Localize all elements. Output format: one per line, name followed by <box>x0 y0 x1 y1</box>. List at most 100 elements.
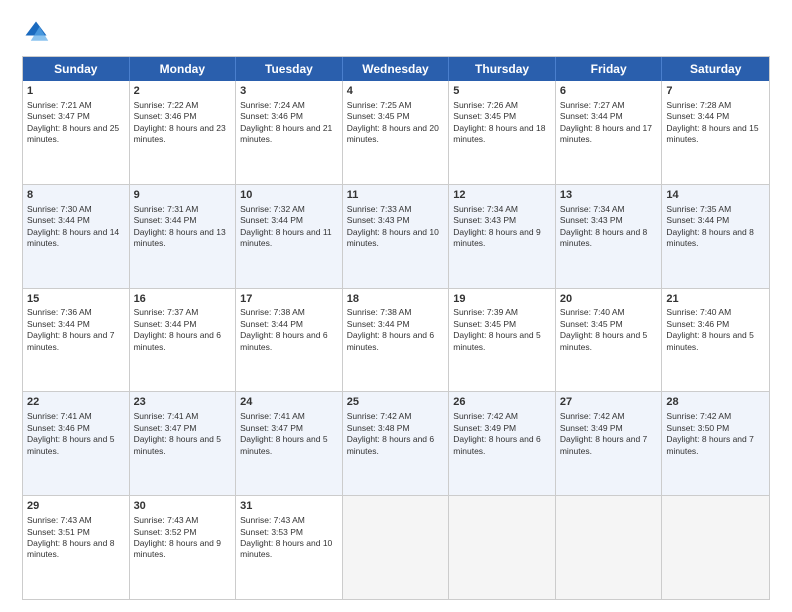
day-number: 20 <box>560 292 658 307</box>
daylight: Daylight: 8 hours and 5 minutes. <box>560 330 647 351</box>
day-number: 6 <box>560 84 658 99</box>
day-number: 11 <box>347 188 445 203</box>
daylight: Daylight: 8 hours and 10 minutes. <box>347 227 439 248</box>
day-number: 22 <box>27 395 125 410</box>
daylight: Daylight: 8 hours and 20 minutes. <box>347 123 439 144</box>
header-day-friday: Friday <box>556 57 663 81</box>
sunset: Sunset: 3:44 PM <box>240 215 303 225</box>
cal-cell: 23Sunrise: 7:41 AMSunset: 3:47 PMDayligh… <box>130 392 237 495</box>
day-number: 10 <box>240 188 338 203</box>
sunset: Sunset: 3:44 PM <box>27 319 90 329</box>
cal-cell: 24Sunrise: 7:41 AMSunset: 3:47 PMDayligh… <box>236 392 343 495</box>
day-number: 17 <box>240 292 338 307</box>
cal-cell: 6Sunrise: 7:27 AMSunset: 3:44 PMDaylight… <box>556 81 663 184</box>
daylight: Daylight: 8 hours and 21 minutes. <box>240 123 332 144</box>
daylight: Daylight: 8 hours and 9 minutes. <box>453 227 540 248</box>
cal-cell <box>662 496 769 599</box>
daylight: Daylight: 8 hours and 9 minutes. <box>134 538 221 559</box>
daylight: Daylight: 8 hours and 5 minutes. <box>666 330 753 351</box>
header-day-thursday: Thursday <box>449 57 556 81</box>
daylight: Daylight: 8 hours and 5 minutes. <box>453 330 540 351</box>
calendar: SundayMondayTuesdayWednesdayThursdayFrid… <box>22 56 770 600</box>
sunrise: Sunrise: 7:25 AM <box>347 100 412 110</box>
cal-cell: 13Sunrise: 7:34 AMSunset: 3:43 PMDayligh… <box>556 185 663 288</box>
cal-cell: 31Sunrise: 7:43 AM Sunset: 3:53 PMDayligh… <box>236 496 343 599</box>
daylight: Daylight: 8 hours and 14 minutes. <box>27 227 119 248</box>
sunrise: Sunrise: 7:43 AM <box>240 515 305 525</box>
day-number: 8 <box>27 188 125 203</box>
day-number: 31 <box>240 499 338 514</box>
sunset: Sunset: 3:44 PM <box>134 319 197 329</box>
cal-cell: 17Sunrise: 7:38 AMSunset: 3:44 PMDayligh… <box>236 289 343 392</box>
sunset: Sunset: 3:45 PM <box>453 319 516 329</box>
cal-cell <box>556 496 663 599</box>
daylight: Daylight: 8 hours and 17 minutes. <box>560 123 652 144</box>
cal-cell: 14Sunrise: 7:35 AMSunset: 3:44 PMDayligh… <box>662 185 769 288</box>
day-number: 19 <box>453 292 551 307</box>
daylight: Daylight: 8 hours and 11 minutes. <box>240 227 332 248</box>
week-row-4: 22Sunrise: 7:41 AMSunset: 3:46 PMDayligh… <box>23 392 769 496</box>
cal-cell: 9Sunrise: 7:31 AMSunset: 3:44 PMDaylight… <box>130 185 237 288</box>
cal-cell: 4Sunrise: 7:25 AMSunset: 3:45 PMDaylight… <box>343 81 450 184</box>
cal-cell: 16Sunrise: 7:37 AMSunset: 3:44 PMDayligh… <box>130 289 237 392</box>
sunset: Sunset: 3:45 PM <box>560 319 623 329</box>
sunset: Sunset: 3:44 PM <box>240 319 303 329</box>
cal-cell <box>449 496 556 599</box>
sunrise: Sunrise: 7:36 AM <box>27 307 92 317</box>
cal-cell <box>343 496 450 599</box>
sunrise: Sunrise: 7:35 AM <box>666 204 731 214</box>
cal-cell: 15Sunrise: 7:36 AMSunset: 3:44 PMDayligh… <box>23 289 130 392</box>
sunrise: Sunrise: 7:38 AM <box>347 307 412 317</box>
sunrise: Sunrise: 7:41 AM <box>134 411 199 421</box>
sunset: Sunset: 3:48 PM <box>347 423 410 433</box>
sunset: Sunset: 3:46 PM <box>134 111 197 121</box>
sunrise: Sunrise: 7:38 AM <box>240 307 305 317</box>
sunset: Sunset: 3:50 PM <box>666 423 729 433</box>
cal-cell: 28Sunrise: 7:42 AMSunset: 3:50 PMDayligh… <box>662 392 769 495</box>
sunrise: Sunrise: 7:26 AM <box>453 100 518 110</box>
cal-cell: 1Sunrise: 7:21 AMSunset: 3:47 PMDaylight… <box>23 81 130 184</box>
sunrise: Sunrise: 7:33 AM <box>347 204 412 214</box>
daylight: Daylight: 8 hours and 8 minutes. <box>27 538 114 559</box>
daylight: Daylight: 8 hours and 10 minutes. <box>240 538 332 559</box>
sunrise: Sunrise: 7:42 AM <box>453 411 518 421</box>
sunrise: Sunrise: 7:31 AM <box>134 204 199 214</box>
sunset: Sunset: 3:51 PM <box>27 527 90 537</box>
sunset: Sunset: 3:46 PM <box>240 111 303 121</box>
daylight: Daylight: 8 hours and 25 minutes. <box>27 123 119 144</box>
daylight: Daylight: 8 hours and 13 minutes. <box>134 227 226 248</box>
day-number: 18 <box>347 292 445 307</box>
sunrise: Sunrise: 7:30 AM <box>27 204 92 214</box>
sunrise: Sunrise: 7:42 AM <box>347 411 412 421</box>
day-number: 25 <box>347 395 445 410</box>
day-number: 16 <box>134 292 232 307</box>
sunrise: Sunrise: 7:42 AM <box>560 411 625 421</box>
cal-cell: 8Sunrise: 7:30 AMSunset: 3:44 PMDaylight… <box>23 185 130 288</box>
header-day-saturday: Saturday <box>662 57 769 81</box>
header-day-sunday: Sunday <box>23 57 130 81</box>
daylight: Daylight: 8 hours and 7 minutes. <box>560 434 647 455</box>
sunset: Sunset: 3:47 PM <box>134 423 197 433</box>
calendar-header: SundayMondayTuesdayWednesdayThursdayFrid… <box>23 57 769 81</box>
sunrise: Sunrise: 7:39 AM <box>453 307 518 317</box>
sunset: Sunset: 3:44 PM <box>134 215 197 225</box>
daylight: Daylight: 8 hours and 23 minutes. <box>134 123 226 144</box>
sunrise: Sunrise: 7:40 AM <box>560 307 625 317</box>
daylight: Daylight: 8 hours and 6 minutes. <box>347 330 434 351</box>
sunset: Sunset: 3:53 PM <box>240 527 303 537</box>
sunrise: Sunrise: 7:41 AM <box>240 411 305 421</box>
sunset: Sunset: 3:52 PM <box>134 527 197 537</box>
cal-cell: 18Sunrise: 7:38 AMSunset: 3:44 PMDayligh… <box>343 289 450 392</box>
sunset: Sunset: 3:44 PM <box>666 215 729 225</box>
cal-cell: 25Sunrise: 7:42 AMSunset: 3:48 PMDayligh… <box>343 392 450 495</box>
day-number: 29 <box>27 499 125 514</box>
sunset: Sunset: 3:49 PM <box>453 423 516 433</box>
daylight: Daylight: 8 hours and 8 minutes. <box>560 227 647 248</box>
sunrise: Sunrise: 7:34 AM <box>453 204 518 214</box>
daylight: Daylight: 8 hours and 5 minutes. <box>27 434 114 455</box>
logo-icon <box>22 18 50 46</box>
cal-cell: 29Sunrise: 7:43 AMSunset: 3:51 PMDayligh… <box>23 496 130 599</box>
day-number: 15 <box>27 292 125 307</box>
sunset: Sunset: 3:45 PM <box>347 111 410 121</box>
cal-cell: 21Sunrise: 7:40 AMSunset: 3:46 PMDayligh… <box>662 289 769 392</box>
